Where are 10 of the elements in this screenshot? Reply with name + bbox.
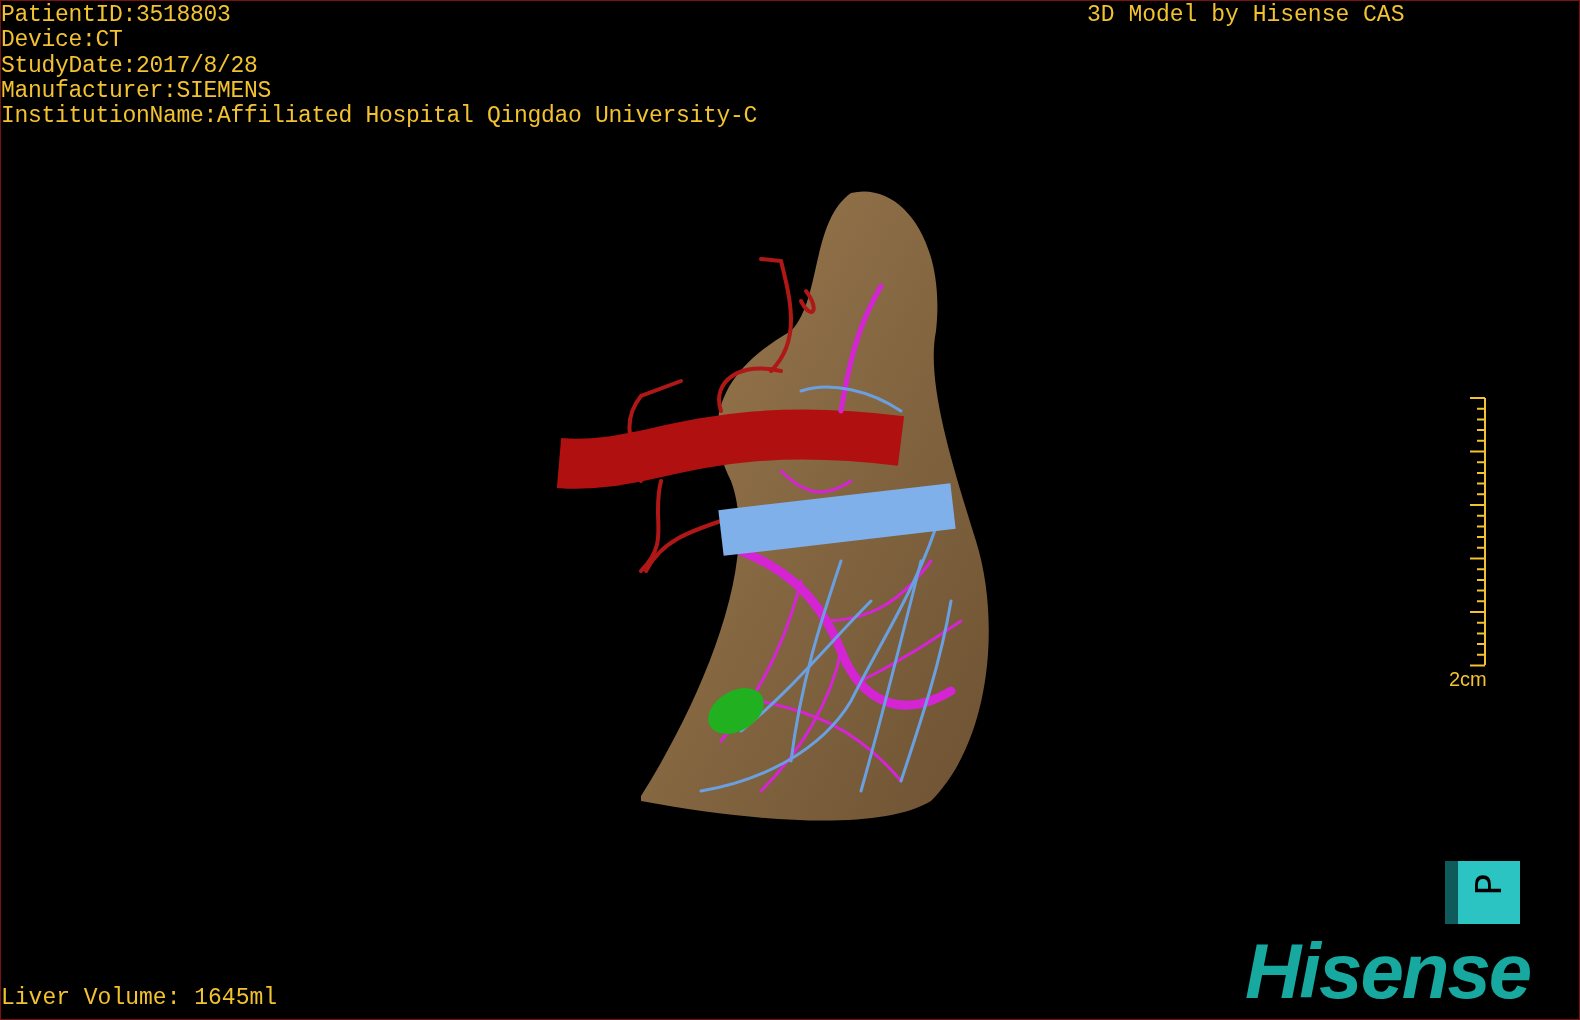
liver-volume-text: Liver Volume: 1645ml: [1, 986, 278, 1011]
info-text: Manufacturer:SIEMENS: [1, 78, 273, 104]
info-text: PatientID:3518803: [1, 3, 232, 28]
scale-label: 2cm: [1449, 669, 1487, 689]
scale-ruler-icon: [1468, 397, 1486, 667]
brand-logo: Hisense: [1245, 928, 1531, 1014]
model-credit-text: 3D Model by Hisense CAS: [1087, 3, 1405, 28]
info-text: StudyDate:2017/8/28: [1, 53, 259, 79]
info-text: InstitutionName:Affiliated Hospital Qingdao University-C: [1, 104, 758, 130]
info-text: Device:CT: [1, 28, 124, 54]
